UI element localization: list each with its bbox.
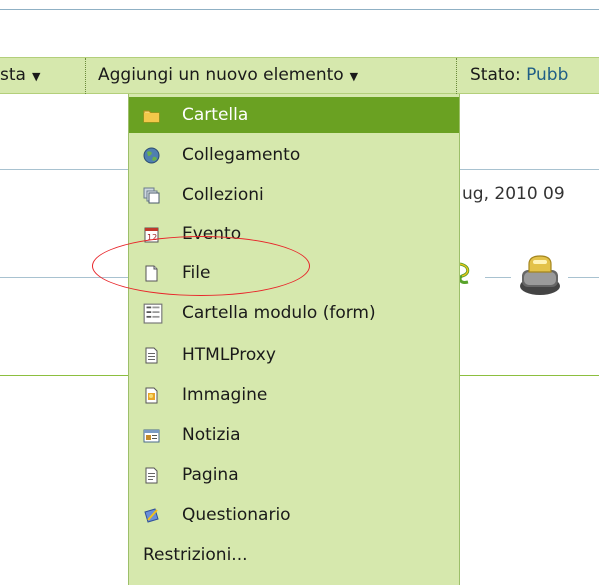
menu-item-cartella[interactable]: Cartella xyxy=(129,97,459,133)
state-menu[interactable]: Stato: Pubb xyxy=(470,58,568,94)
calendar-icon: 12 xyxy=(144,227,159,243)
workflow-line xyxy=(485,277,511,278)
menu-item-cartella-modulo[interactable]: Cartella modulo (form) xyxy=(129,295,459,331)
page-icon xyxy=(145,467,158,484)
menu-item-htmlproxy[interactable]: HTMLProxy xyxy=(129,337,459,373)
display-menu-fragment[interactable]: sta ▼ xyxy=(0,58,40,94)
menu-item-restrizioni[interactable]: Restrizioni... xyxy=(129,537,459,573)
chevron-down-icon: ▼ xyxy=(31,70,41,83)
menu-item-evento[interactable]: 12 Evento xyxy=(129,216,459,252)
menu-item-collezioni[interactable]: Collezioni xyxy=(129,177,459,213)
add-new-item-label: Aggiungi un nuovo elemento xyxy=(98,65,344,85)
form-folder-icon xyxy=(143,303,163,324)
menu-item-immagine[interactable]: Immagine xyxy=(129,377,459,413)
modified-date-fragment: ug, 2010 09 xyxy=(462,184,565,204)
workflow-arrow-icon xyxy=(458,262,470,284)
menu-item-label: Pagina xyxy=(182,465,239,485)
menu-item-label: Cartella modulo (form) xyxy=(182,303,376,323)
workflow-line xyxy=(0,277,128,278)
workflow-line xyxy=(568,277,599,278)
image-icon xyxy=(145,387,158,404)
menu-item-label: HTMLProxy xyxy=(182,345,276,365)
menu-item-label: File xyxy=(182,263,211,283)
menu-item-label: Restrizioni... xyxy=(143,545,248,565)
file-icon xyxy=(145,265,158,282)
content-actions-bar: sta ▼ Aggiungi un nuovo elemento ▼ Stato: … xyxy=(0,57,599,94)
html-document-icon xyxy=(145,347,158,364)
menu-item-label: Cartella xyxy=(182,105,249,125)
content-divider xyxy=(0,169,128,170)
questionnaire-icon xyxy=(144,508,159,523)
menu-item-notizia[interactable]: Notizia xyxy=(129,417,459,453)
state-label: Stato: xyxy=(470,65,521,85)
display-menu-label: sta xyxy=(0,65,26,85)
section-divider xyxy=(0,375,128,376)
menu-item-label: Collegamento xyxy=(182,145,301,165)
menu-item-questionario[interactable]: Questionario xyxy=(129,497,459,533)
menu-item-pagina[interactable]: Pagina xyxy=(129,457,459,493)
top-divider xyxy=(0,9,599,10)
menu-item-label: Questionario xyxy=(182,505,291,525)
svg-text:12: 12 xyxy=(147,233,157,242)
add-new-item-menu[interactable]: Aggiungi un nuovo elemento ▼ xyxy=(85,58,457,94)
menu-item-label: Evento xyxy=(182,224,242,244)
folder-icon xyxy=(143,110,160,123)
menu-item-file[interactable]: File xyxy=(129,255,459,291)
chevron-down-icon: ▼ xyxy=(349,70,359,83)
menu-item-label: Notizia xyxy=(182,425,241,445)
menu-item-label: Collezioni xyxy=(182,185,264,205)
add-item-dropdown: Cartella Collegamento Collezioni 12 Even… xyxy=(128,94,460,585)
news-icon xyxy=(143,429,160,443)
section-divider xyxy=(460,375,599,376)
menu-item-collegamento[interactable]: Collegamento xyxy=(129,137,459,173)
menu-item-label: Immagine xyxy=(182,385,268,405)
state-value: Pubb xyxy=(526,65,569,85)
lock-icon xyxy=(520,255,560,295)
content-divider xyxy=(460,169,599,170)
globe-link-icon xyxy=(143,147,160,164)
collection-icon xyxy=(143,187,160,204)
